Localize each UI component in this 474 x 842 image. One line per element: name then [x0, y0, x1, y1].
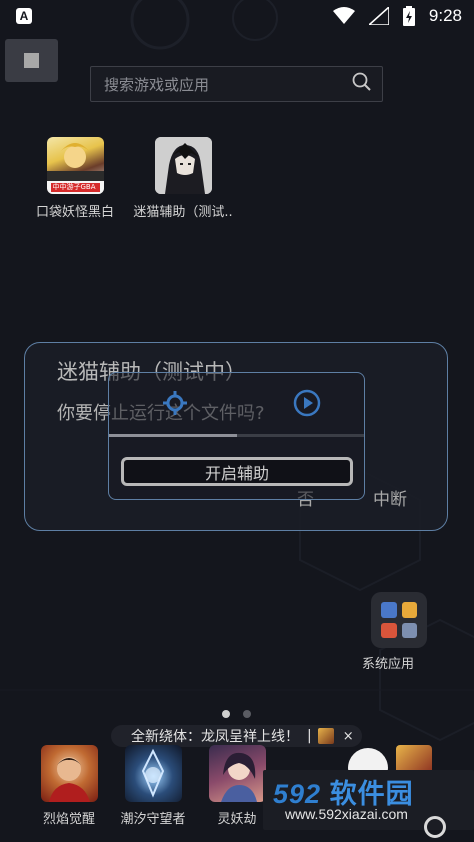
desktop-app-label: 迷猫辅助（测试..: [133, 205, 233, 220]
dock-app-tide-guardian[interactable]: 潮汐守望者: [113, 745, 193, 827]
play-icon[interactable]: [293, 389, 321, 421]
wifi-icon: [332, 7, 355, 25]
helper-progress-fill: [109, 434, 237, 437]
search-input[interactable]: 搜索游戏或应用: [90, 66, 383, 102]
dialog-abort-button[interactable]: 中断: [373, 485, 407, 510]
system-apps-folder[interactable]: [371, 592, 427, 648]
pokemon-black-white-icon: 中中游子GBA: [46, 137, 104, 194]
toast-separator: |: [307, 728, 312, 744]
tide-guardian-icon: [124, 745, 182, 802]
cellular-signal-icon: [368, 7, 389, 25]
desktop-app-label: 口袋妖怪黑白: [35, 205, 114, 220]
helper-progress-track: [109, 434, 364, 437]
dock-app-flame-awaken[interactable]: 烈焰觉醒: [29, 745, 109, 827]
page-dot[interactable]: [243, 710, 251, 718]
dock-app-label: 烈焰觉醒: [42, 812, 95, 827]
stop-icon: [24, 53, 39, 68]
spirit-demon-icon: [208, 745, 266, 802]
stop-button[interactable]: [5, 39, 58, 82]
system-apps-label: 系统应用: [362, 657, 415, 672]
pokemon-icon-badge: 中中游子GBA: [52, 183, 96, 191]
battery-charging-icon: [402, 6, 415, 26]
folder-app-icon: [381, 622, 397, 638]
search-placeholder: 搜索游戏或应用: [104, 75, 210, 94]
desktop-app-mimao-helper[interactable]: 迷猫辅助（测试..: [128, 137, 238, 220]
toast-thumbnail: [317, 728, 334, 744]
settings-corner-icon[interactable]: [424, 816, 446, 838]
page-dot-active[interactable]: [222, 710, 230, 718]
start-helper-label: 开启辅助: [204, 463, 269, 483]
toast-text: 全新绕体：龙凤呈祥上线！: [131, 729, 299, 745]
mimao-helper-icon: [154, 137, 212, 194]
watermark-url: www.592xiazai.com: [285, 806, 408, 822]
flame-awaken-icon: [40, 745, 98, 802]
watermark-number: 592: [273, 779, 322, 809]
folder-app-icon: [381, 602, 397, 618]
desktop-app-pokemon[interactable]: 中中游子GBA 口袋妖怪黑白: [20, 137, 130, 220]
status-bar: A 9:28: [0, 0, 474, 32]
close-icon[interactable]: ×: [343, 729, 354, 744]
watermark-brand: 软件园: [329, 779, 414, 809]
folder-app-icon: [401, 622, 417, 638]
settings-gear-icon[interactable]: [161, 389, 189, 421]
announcement-toast[interactable]: 全新绕体：龙凤呈祥上线！ | ×: [111, 725, 362, 747]
status-clock: 9:28: [428, 6, 462, 25]
folder-app-icon: [401, 602, 417, 618]
accessibility-badge-icon: A: [16, 8, 32, 24]
search-icon[interactable]: [352, 72, 372, 96]
dock-app-label: 潮汐守望者: [120, 812, 186, 827]
start-helper-button[interactable]: 开启辅助: [121, 457, 353, 486]
